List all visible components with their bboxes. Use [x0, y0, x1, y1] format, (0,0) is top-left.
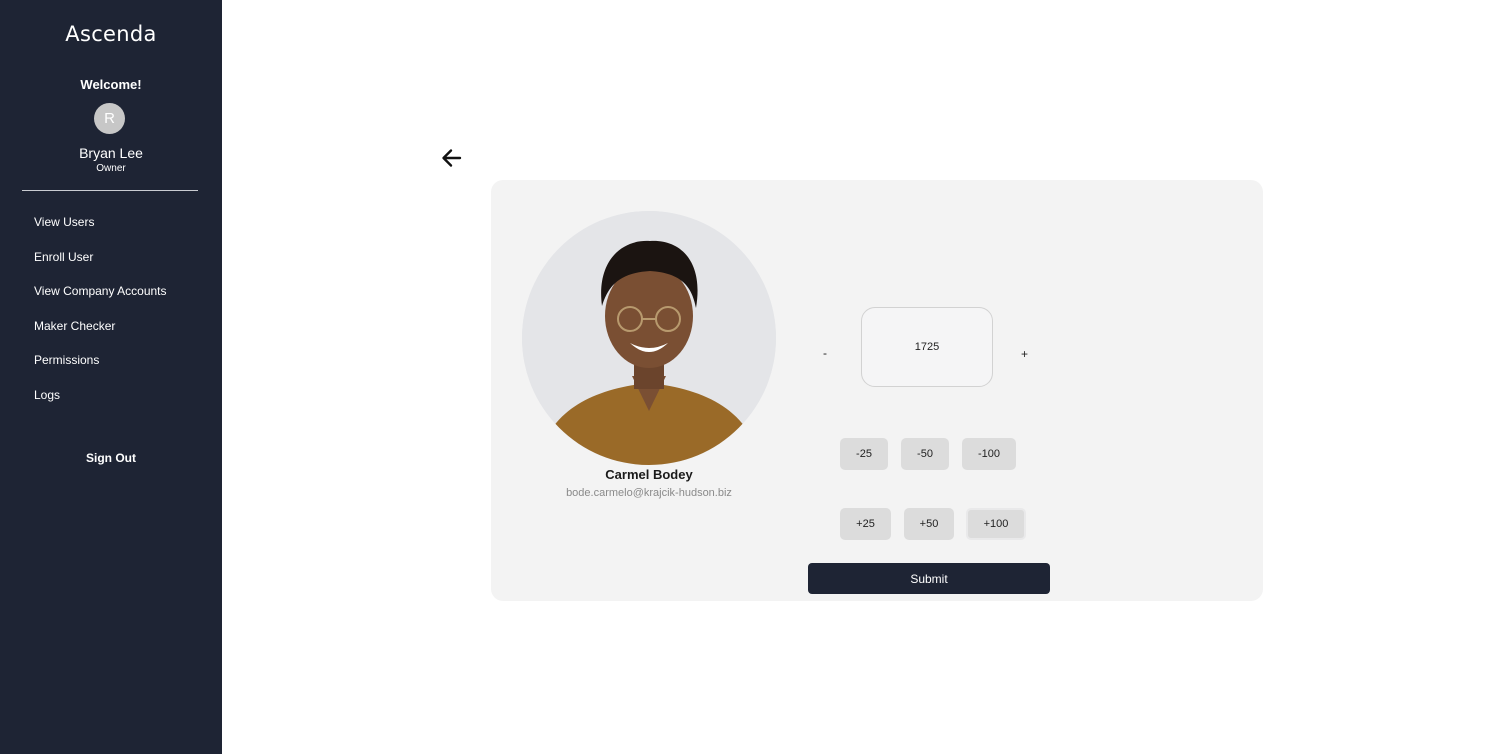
- sidebar-item-logs[interactable]: Logs: [34, 387, 167, 422]
- sidebar-divider: [22, 190, 198, 191]
- welcome-text: Welcome!: [80, 77, 142, 92]
- sidebar-item-view-company-accounts[interactable]: View Company Accounts: [34, 283, 167, 318]
- decrement-button[interactable]: -: [823, 346, 827, 360]
- submit-button[interactable]: Submit: [808, 563, 1050, 594]
- increment-button[interactable]: +: [1021, 347, 1028, 361]
- increase-25-button[interactable]: +25: [840, 508, 891, 540]
- sidebar-item-maker-checker[interactable]: Maker Checker: [34, 318, 167, 353]
- profile-name: Carmel Bodey: [605, 467, 693, 482]
- user-name: Bryan Lee: [79, 145, 143, 161]
- points-value-field[interactable]: 1725: [861, 307, 993, 387]
- sign-out-button[interactable]: Sign Out: [0, 451, 222, 465]
- arrow-left-icon[interactable]: [440, 146, 464, 170]
- app-logo: Ascenda: [65, 22, 157, 46]
- sidebar-nav: View Users Enroll User View Company Acco…: [34, 214, 167, 422]
- sidebar: Ascenda Welcome! R Bryan Lee Owner View …: [0, 0, 222, 754]
- avatar: R: [94, 103, 125, 134]
- user-role: Owner: [96, 163, 126, 174]
- user-points-card: Carmel Bodey bode.carmelo@krajcik-hudson…: [491, 180, 1263, 601]
- decrease-50-button[interactable]: -50: [901, 438, 949, 470]
- increase-50-button[interactable]: +50: [904, 508, 954, 540]
- sidebar-item-view-users[interactable]: View Users: [34, 214, 167, 249]
- decrease-25-button[interactable]: -25: [840, 438, 888, 470]
- increase-100-button[interactable]: +100: [966, 508, 1026, 540]
- decrease-100-button[interactable]: -100: [962, 438, 1016, 470]
- profile-photo: [522, 211, 776, 465]
- sidebar-item-permissions[interactable]: Permissions: [34, 352, 167, 387]
- profile-email: bode.carmelo@krajcik-hudson.biz: [566, 487, 732, 499]
- sidebar-item-enroll-user[interactable]: Enroll User: [34, 249, 167, 284]
